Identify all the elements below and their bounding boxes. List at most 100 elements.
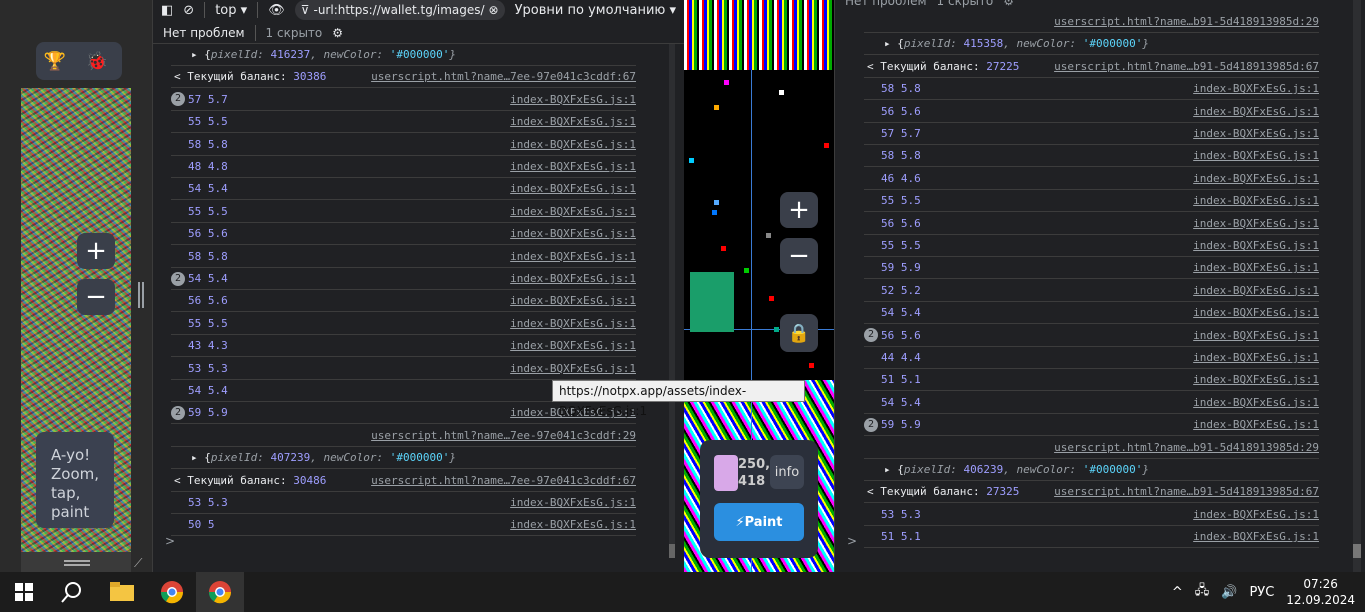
chrome-profile-icon[interactable] <box>196 572 244 612</box>
source-link[interactable]: userscript.html?name…7ee-97e041c3cddf:67 <box>371 474 636 487</box>
source-link[interactable]: index-BQXFxEsG.js:1 <box>1193 530 1319 543</box>
source-link[interactable]: userscript.html?name…b91-5d418913985d:29 <box>1054 15 1319 28</box>
log-value: 54 <box>188 182 202 196</box>
source-link[interactable]: index-BQXFxEsG.js:1 <box>1193 239 1319 252</box>
source-link[interactable]: index-BQXFxEsG.js:1 <box>1193 508 1319 521</box>
source-link[interactable]: userscript.html?name…b91-5d418913985d:67 <box>1054 485 1319 498</box>
source-link[interactable]: index-BQXFxEsG.js:1 <box>510 227 636 240</box>
console-row: 56 5.6 index-BQXFxEsG.js:1 <box>171 290 636 313</box>
paint-button[interactable]: ⚡Paint <box>714 503 804 541</box>
issues-label[interactable]: Нет проблем <box>163 26 245 40</box>
bug-icon[interactable]: 🐞 <box>84 48 110 74</box>
source-link[interactable]: index-BQXFxEsG.js:1 <box>1193 127 1319 140</box>
issues-label[interactable]: Нет проблем <box>845 0 927 8</box>
clock-date: 12.09.2024 <box>1286 593 1355 607</box>
source-link[interactable]: index-BQXFxEsG.js:1 <box>510 182 636 195</box>
console-row: 2 56 5.6 index-BQXFxEsG.js:1 <box>864 325 1319 347</box>
source-link[interactable]: index-BQXFxEsG.js:1 <box>510 317 636 330</box>
source-link[interactable]: index-BQXFxEsG.js:1 <box>1193 149 1319 162</box>
source-link[interactable]: index-BQXFxEsG.js:1 <box>1193 82 1319 95</box>
clear-console-icon[interactable]: ⊘ <box>183 3 194 18</box>
source-link[interactable]: index-BQXFxEsG.js:1 <box>1193 396 1319 409</box>
left-zoom-out-button[interactable]: − <box>77 279 115 315</box>
console-scrollbar[interactable] <box>669 44 675 558</box>
lock-icon[interactable]: 🔒 <box>780 314 818 352</box>
left-zoom-in-button[interactable]: + <box>77 233 115 269</box>
source-link[interactable]: index-BQXFxEsG.js:1 <box>510 294 636 307</box>
source-link[interactable]: index-BQXFxEsG.js:1 <box>1193 284 1319 297</box>
source-link[interactable]: index-BQXFxEsG.js:1 <box>510 115 636 128</box>
object-expander[interactable]: ▸ { <box>191 48 211 61</box>
source-link[interactable]: index-BQXFxEsG.js:1 <box>510 93 636 106</box>
sidebar-toggle-icon[interactable]: ◧ <box>161 3 173 18</box>
source-link[interactable]: index-BQXFxEsG.js:1 <box>1193 329 1319 342</box>
balance-label: < Текущий баланс: <box>174 473 287 487</box>
source-link[interactable]: index-BQXFxEsG.js:1 <box>510 339 636 352</box>
volume-icon[interactable]: 🔊 <box>1221 585 1237 600</box>
eye-icon[interactable]: 👁 <box>268 3 285 18</box>
object-expander[interactable]: ▸ { <box>884 37 904 50</box>
mid-zoom-in-button[interactable]: + <box>780 192 818 228</box>
settings-gear-icon[interactable]: ⚙ <box>332 26 343 40</box>
source-link[interactable]: index-BQXFxEsG.js:1 <box>510 496 636 509</box>
object-expander[interactable]: ▸ { <box>191 451 211 464</box>
source-link[interactable]: index-BQXFxEsG.js:1 <box>510 518 636 531</box>
source-link[interactable]: index-BQXFxEsG.js:1 <box>1193 418 1319 431</box>
drag-handle-icon[interactable] <box>64 560 90 566</box>
start-button[interactable] <box>0 572 48 612</box>
hint-line: A-yo! <box>51 446 91 464</box>
source-link[interactable]: userscript.html?name…b91-5d418913985d:67 <box>1054 60 1319 73</box>
filter-input[interactable]: ⊽ -url:https://wallet.tg/images/ ⊗ <box>294 0 505 20</box>
source-link[interactable]: userscript.html?name…7ee-97e041c3cddf:67 <box>371 70 636 83</box>
source-link[interactable]: index-BQXFxEsG.js:1 <box>1193 351 1319 364</box>
log-value: 5.4 <box>207 182 228 196</box>
filter-value: -url:https://wallet.tg/images/ <box>313 3 485 17</box>
source-link[interactable]: index-BQXFxEsG.js:1 <box>1193 194 1319 207</box>
language-indicator[interactable]: РУС <box>1249 585 1274 600</box>
console-status-bar-right: Нет проблем 1 скрыто ⚙ <box>845 0 1014 8</box>
log-levels-dropdown[interactable]: Уровни по умолчанию ▾ <box>515 3 676 18</box>
source-link[interactable]: index-BQXFxEsG.js:1 <box>510 160 636 173</box>
context-selector[interactable]: top ▾ <box>215 3 247 18</box>
console-row: 44 4.4 index-BQXFxEsG.js:1 <box>864 347 1319 369</box>
trophy-icon[interactable]: 🏆 <box>42 48 68 74</box>
source-link[interactable]: index-BQXFxEsG.js:1 <box>510 362 636 375</box>
source-link[interactable]: userscript.html?name…b91-5d418913985d:29 <box>1054 441 1319 454</box>
pixel-coordinates: 250, 418 <box>738 456 770 490</box>
pixel-canvas-top[interactable] <box>684 0 834 70</box>
mid-zoom-out-button[interactable]: − <box>780 238 818 274</box>
file-explorer-icon[interactable] <box>98 572 146 612</box>
panel-resize-handle[interactable] <box>138 282 144 308</box>
source-link[interactable]: index-BQXFxEsG.js:1 <box>510 250 636 263</box>
console-prompt[interactable]: > <box>847 534 857 548</box>
source-link[interactable]: index-BQXFxEsG.js:1 <box>1193 306 1319 319</box>
console-prompt[interactable]: > <box>165 534 175 548</box>
settings-gear-icon[interactable]: ⚙ <box>1003 0 1014 8</box>
console-scrollbar[interactable] <box>1353 0 1361 572</box>
object-close: } <box>1142 37 1149 51</box>
clear-filter-icon[interactable]: ⊗ <box>489 3 499 17</box>
tray-expand-icon[interactable]: ^ <box>1172 585 1183 600</box>
source-link[interactable]: index-BQXFxEsG.js:1 <box>1193 172 1319 185</box>
network-icon[interactable]: 🖧 <box>1195 581 1210 603</box>
console-row: 2 54 5.4 index-BQXFxEsG.js:1 <box>171 268 636 290</box>
clock[interactable]: 07:26 12.09.2024 <box>1286 576 1355 608</box>
object-expander[interactable]: ▸ { <box>884 463 904 476</box>
source-link[interactable]: index-BQXFxEsG.js:1 <box>510 205 636 218</box>
log-value: 5.4 <box>207 272 228 285</box>
log-value: 55 <box>188 316 202 330</box>
color-swatch[interactable] <box>714 455 738 491</box>
source-link[interactable]: index-BQXFxEsG.js:1 <box>510 272 636 285</box>
log-value: 5.8 <box>900 82 921 96</box>
info-button[interactable]: info <box>770 455 804 489</box>
source-link[interactable]: index-BQXFxEsG.js:1 <box>1193 105 1319 118</box>
resize-corner-icon[interactable]: ⟋ <box>134 556 142 571</box>
source-link[interactable]: index-BQXFxEsG.js:1 <box>1193 261 1319 274</box>
search-icon[interactable] <box>48 572 96 612</box>
repeat-count-badge: 2 <box>171 92 185 107</box>
source-link[interactable]: userscript.html?name…7ee-97e041c3cddf:29 <box>371 429 636 442</box>
chrome-icon[interactable] <box>148 572 196 612</box>
source-link[interactable]: index-BQXFxEsG.js:1 <box>1193 217 1319 230</box>
source-link[interactable]: index-BQXFxEsG.js:1 <box>510 138 636 151</box>
source-link[interactable]: index-BQXFxEsG.js:1 <box>1193 373 1319 386</box>
